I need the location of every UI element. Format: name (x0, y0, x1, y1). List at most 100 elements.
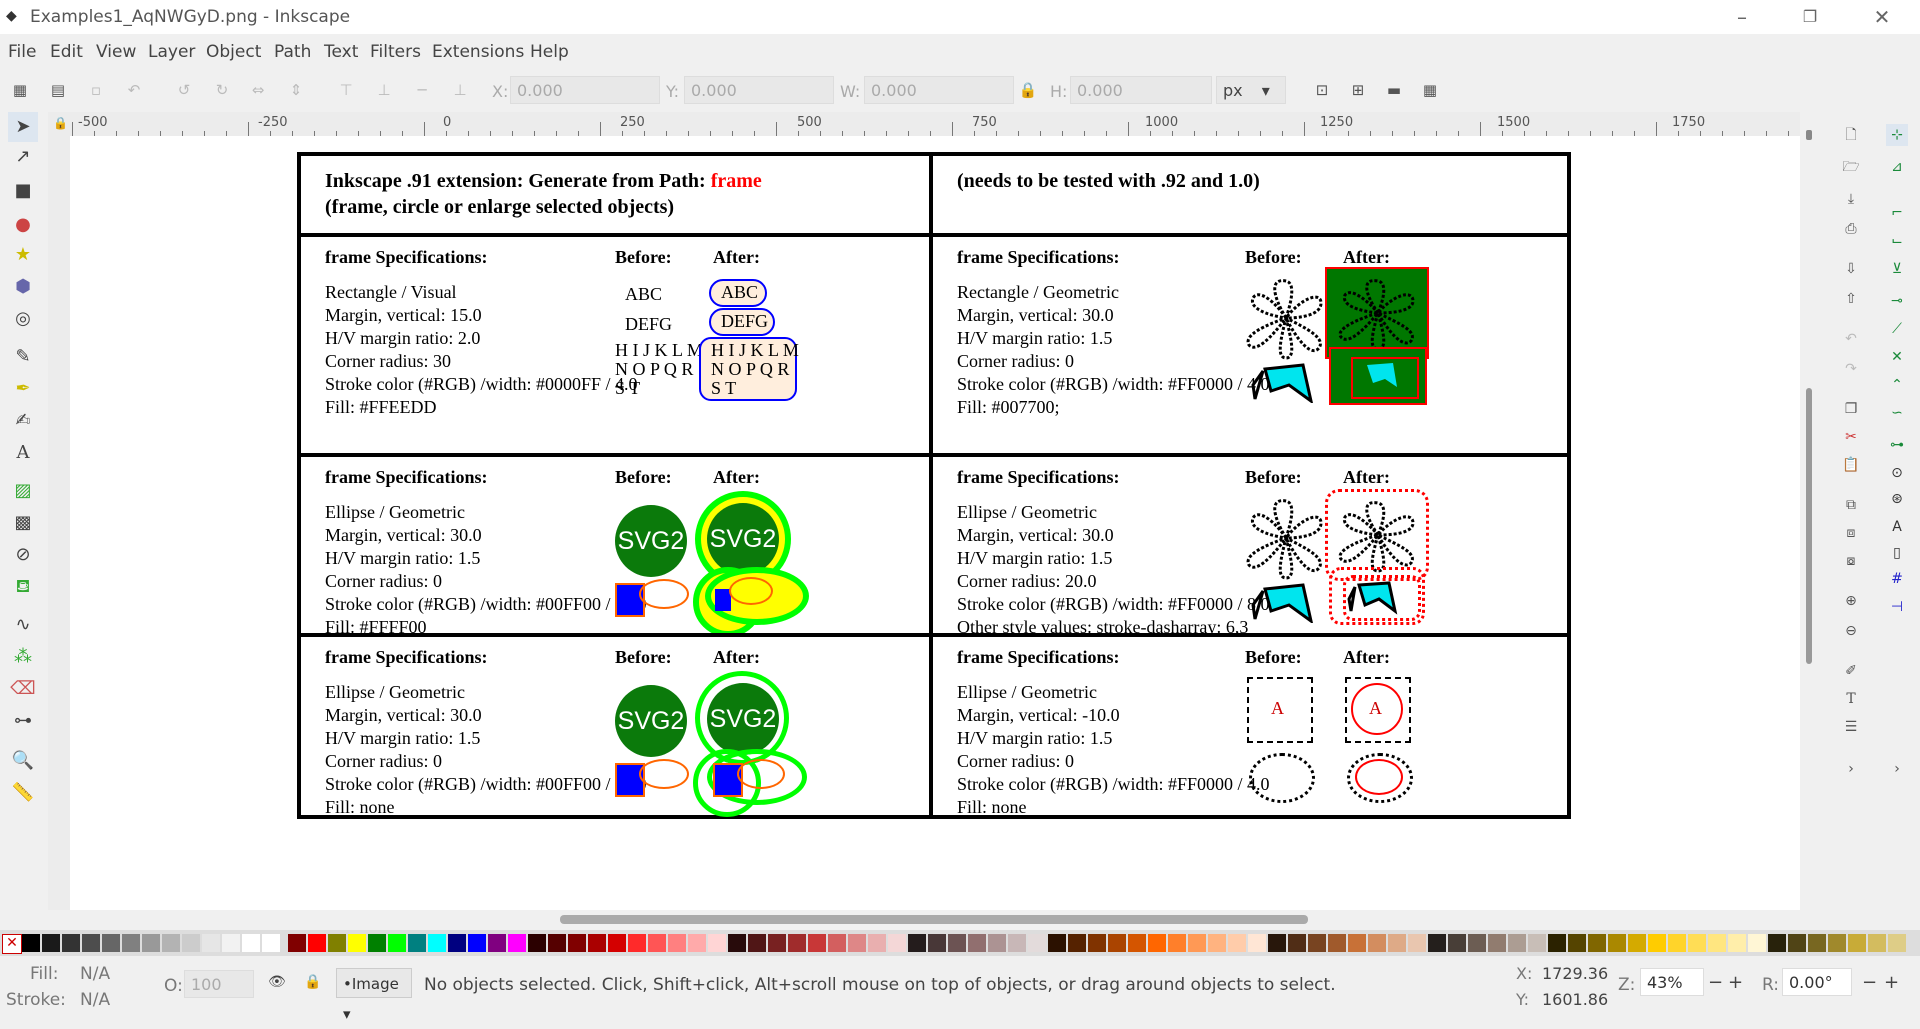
spray-tool-icon[interactable]: ⁂ (8, 642, 38, 672)
swatch[interactable] (428, 934, 446, 952)
swatch[interactable] (1228, 934, 1246, 952)
swatch[interactable] (828, 934, 846, 952)
scale-stroke-icon[interactable]: ⊡ (1310, 78, 1334, 102)
close-button[interactable]: ✕ (1852, 2, 1912, 32)
swatch[interactable] (1008, 934, 1026, 952)
swatch[interactable] (1828, 934, 1846, 952)
snap-rotation-icon[interactable]: ⊛ (1886, 488, 1908, 510)
vertical-ruler[interactable] (48, 136, 71, 910)
snap-paths-icon[interactable]: ⟋ (1886, 318, 1908, 340)
swatch[interactable] (1128, 934, 1146, 952)
swatch[interactable] (928, 934, 946, 952)
snap-text-baseline-icon[interactable]: A (1886, 516, 1908, 538)
lower-to-bottom-icon[interactable]: ⊥ (448, 78, 472, 102)
ellipse-tool-icon[interactable]: ● (8, 210, 38, 240)
horizontal-scroll-thumb[interactable] (560, 915, 1308, 924)
tweak-tool-icon[interactable]: ∿ (8, 610, 38, 640)
duplicate-icon[interactable]: ⧉ (1840, 494, 1862, 516)
swatch[interactable] (548, 934, 566, 952)
snap-intersections-icon[interactable]: ✕ (1886, 346, 1908, 368)
rotate-plus-button[interactable]: + (1884, 972, 1899, 993)
restore-button[interactable]: ❐ (1780, 2, 1840, 32)
dropper-tool-icon[interactable]: ⊘ (8, 540, 38, 570)
zoom-tool-icon[interactable]: 🔍 (8, 746, 38, 776)
swatch[interactable] (1208, 934, 1226, 952)
snap-smooth-icon[interactable]: ∽ (1886, 402, 1908, 424)
swatch[interactable] (1568, 934, 1586, 952)
swatch[interactable] (1168, 934, 1186, 952)
y-field[interactable]: 0.000 (684, 76, 834, 104)
swatch[interactable] (888, 934, 906, 952)
swatch[interactable] (1448, 934, 1466, 952)
h-field[interactable]: 0.000 (1070, 76, 1212, 104)
swatch[interactable] (808, 934, 826, 952)
no-paint-swatch[interactable]: ✕ (2, 934, 22, 954)
swatch[interactable] (122, 934, 140, 952)
layer-select[interactable]: •Image ▾ (336, 968, 412, 1023)
node-tool-icon[interactable]: ↗ (8, 142, 38, 172)
swatch[interactable] (142, 934, 160, 952)
swatch[interactable] (1048, 934, 1066, 952)
swatch[interactable] (968, 934, 986, 952)
swatch[interactable] (448, 934, 466, 952)
snap-cusp-icon[interactable]: ⌃ (1886, 374, 1908, 396)
print-icon[interactable]: ⎙ (1840, 218, 1862, 240)
lock-ratio-icon[interactable]: 🔒 (1016, 78, 1040, 102)
rotation-field[interactable]: 0.00° (1782, 968, 1852, 996)
swatch[interactable] (1668, 934, 1686, 952)
swatch[interactable] (1748, 934, 1766, 952)
swatch[interactable] (1188, 934, 1206, 952)
swatch[interactable] (308, 934, 326, 952)
swatch[interactable] (528, 934, 546, 952)
redo-icon[interactable]: ↷ (1840, 358, 1862, 380)
swatch[interactable] (1808, 934, 1826, 952)
scroll-up-arrow[interactable] (1806, 130, 1812, 140)
w-field[interactable]: 0.000 (864, 76, 1014, 104)
menu-layer[interactable]: Layer (148, 42, 195, 62)
unlink-clone-icon[interactable]: ⧇ (1840, 550, 1862, 572)
swatch[interactable] (848, 934, 866, 952)
opacity-field[interactable]: 100 (184, 970, 254, 998)
swatch[interactable] (62, 934, 80, 952)
swatch[interactable] (222, 934, 240, 952)
save-icon[interactable]: ⤓ (1840, 188, 1862, 210)
connector-tool-icon[interactable]: ⊶ (8, 706, 38, 736)
swatch[interactable] (768, 934, 786, 952)
menu-object[interactable]: Object (206, 42, 261, 62)
swatch[interactable] (242, 934, 260, 952)
swatch[interactable] (1368, 934, 1386, 952)
zoom-in-button[interactable]: + (1728, 972, 1743, 993)
toggle-visibility-icon[interactable]: 👁 (268, 974, 286, 990)
flip-vertical-icon[interactable]: ⇕ (284, 78, 308, 102)
swatch[interactable] (1688, 934, 1706, 952)
swatch[interactable] (1608, 934, 1626, 952)
star-tool-icon[interactable]: ★ (8, 240, 38, 270)
swatch[interactable] (1708, 934, 1726, 952)
swatch[interactable] (1288, 934, 1306, 952)
menu-filters[interactable]: Filters (370, 42, 421, 62)
menu-help[interactable]: Help (530, 42, 569, 62)
swatch[interactable] (1088, 934, 1106, 952)
swatch[interactable] (668, 934, 686, 952)
swatch[interactable] (1068, 934, 1086, 952)
eraser-tool-icon[interactable]: ⌫ (8, 674, 38, 704)
rectangle-tool-icon[interactable]: ■ (8, 176, 38, 206)
swatch[interactable] (1108, 934, 1126, 952)
transform-gradients-icon[interactable]: ▬ (1382, 78, 1406, 102)
vertical-scrollbar[interactable] (1804, 130, 1814, 910)
swatch[interactable] (1628, 934, 1646, 952)
snap-expand-icon[interactable]: › (1886, 758, 1908, 780)
swatch[interactable] (1648, 934, 1666, 952)
snap-nodes-icon[interactable]: ⊸ (1886, 290, 1908, 312)
text-tool-icon[interactable]: A (8, 438, 38, 468)
clone-icon[interactable]: ⧈ (1840, 522, 1862, 544)
swatch[interactable] (1468, 934, 1486, 952)
import-icon[interactable]: ⇩ (1840, 258, 1862, 280)
scale-corners-icon[interactable]: ⊞ (1346, 78, 1370, 102)
copy-icon[interactable]: ❐ (1840, 398, 1862, 420)
layers-icon[interactable]: ☰ (1840, 716, 1862, 738)
swatch[interactable] (788, 934, 806, 952)
swatch[interactable] (688, 934, 706, 952)
menu-edit[interactable]: Edit (50, 42, 83, 62)
snap-page-icon[interactable]: ▯ (1886, 542, 1908, 564)
